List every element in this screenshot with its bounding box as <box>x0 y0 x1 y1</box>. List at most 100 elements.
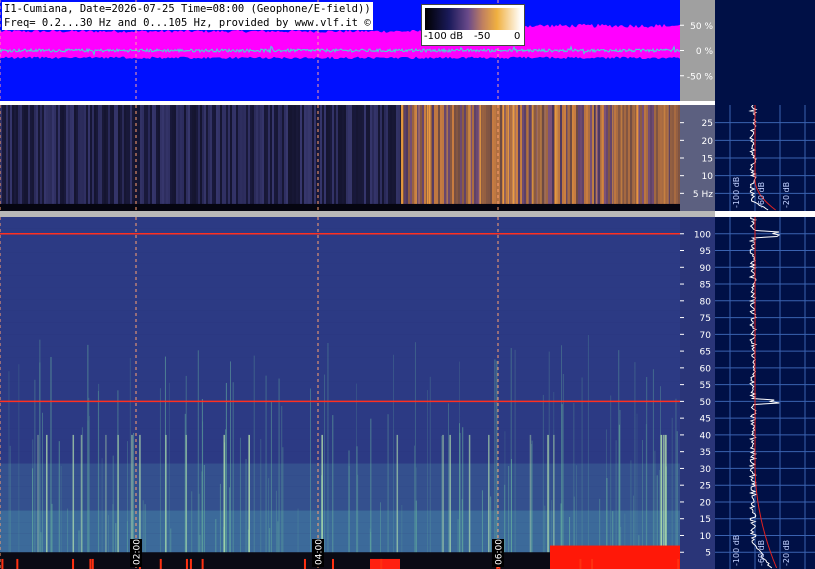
spectrogram-low-column <box>340 105 342 211</box>
spectrogram-low-column <box>534 105 536 211</box>
spectrogram-high-band <box>0 217 680 229</box>
spectrogram-low-column <box>338 105 340 211</box>
spectrogram-low-column <box>568 105 570 211</box>
spectrogram-low-column <box>378 105 380 211</box>
spectrogram-high-y-tick-label: 60 <box>700 364 712 374</box>
spectrogram-low-column <box>72 105 74 211</box>
spectrogram-high-burst <box>610 395 612 569</box>
spectrogram-low-column <box>176 105 178 211</box>
spectrogram-low-column <box>392 105 394 211</box>
spectrogram-low-column <box>294 105 296 211</box>
profile-high-mean-trace <box>754 217 778 569</box>
spectrogram-low-column <box>60 105 62 211</box>
spectrogram-low-burst <box>663 105 666 211</box>
spectrogram-high-burst <box>548 351 550 569</box>
spectrogram-low-column <box>598 105 600 211</box>
spectrogram-high-y-tick-label: 80 <box>700 297 712 307</box>
spectrogram-low-column <box>2 105 4 211</box>
spectrogram-low-column <box>88 105 90 211</box>
profile-high-x-tick-label: -60 dB <box>757 540 766 566</box>
spectrogram-low-column <box>34 105 36 211</box>
spectrogram-high-strong-burst <box>547 434 549 569</box>
spectrogram-low-column <box>408 105 410 211</box>
spectrogram-low-burst <box>507 105 510 211</box>
spectrogram-low-column <box>616 105 618 211</box>
vlf-spectrogram-figure: 50 % 0 % -50 % 5 Hz 10 15 20 25 02:00 04:00 06:0… <box>0 0 815 569</box>
spectrogram-low-column <box>260 105 262 211</box>
spectrogram-low-column <box>138 105 140 211</box>
spectrogram-low-column <box>490 105 492 211</box>
spectrogram-high-y-tick-label: 70 <box>700 331 712 341</box>
spectrogram-low-column <box>444 105 446 211</box>
spectrogram-low-column <box>320 105 322 211</box>
spectrogram-low-column <box>474 105 476 211</box>
spectrogram-low-burst <box>418 105 420 211</box>
spectrogram-low-column <box>24 105 26 211</box>
spectrogram-low-column <box>406 105 408 211</box>
spectrogram-low-column <box>462 105 464 211</box>
spectrogram-low-column <box>92 105 94 211</box>
spectrogram-high-strong-burst <box>442 434 444 569</box>
spectrogram-high-burst <box>18 364 20 569</box>
spectrogram-low-column <box>180 105 182 211</box>
spectrogram-low-column <box>186 105 188 211</box>
spectrogram-low-column <box>672 105 674 211</box>
spectrogram-low-column <box>322 105 324 211</box>
spectrogram-low-column <box>102 105 104 211</box>
spectrogram-low-column <box>312 105 314 211</box>
spectrogram-low-column <box>232 105 234 211</box>
spectrogram-low-column <box>96 105 98 211</box>
spectrogram-low-column <box>576 105 578 211</box>
spectrogram-low-plot <box>0 105 680 211</box>
spectrogram-low-column <box>494 105 496 211</box>
spectrogram-low-column <box>460 105 462 211</box>
spectrogram-high-band <box>0 275 680 288</box>
spectrogram-high-burst <box>50 356 52 569</box>
spectrogram-low-column <box>676 105 678 211</box>
spectrogram-low-column <box>74 105 76 211</box>
spectrogram-high-burst <box>560 345 562 569</box>
spectrogram-low-column <box>296 105 298 211</box>
spectrogram-low-column <box>396 105 398 211</box>
spectrogram-low-y-tick-label: 20 <box>702 137 714 147</box>
spectrogram-high-y-tick-label: 50 <box>700 398 712 408</box>
spectrogram-high-noise-patch <box>370 558 400 569</box>
spectrogram-high-burst <box>229 361 231 569</box>
spectrogram-low-column <box>90 105 92 211</box>
spectrogram-low-column <box>82 105 84 211</box>
spectrogram-low-column <box>236 105 238 211</box>
spectrogram-high-strong-burst <box>117 434 119 569</box>
spectrogram-low-column <box>324 105 326 211</box>
spectrogram-low-column <box>580 105 582 211</box>
spectrogram-low-column <box>372 105 374 211</box>
spectrogram-low-column <box>464 105 466 211</box>
spectrogram-high-noise-spike <box>380 558 383 569</box>
spectrogram-low-column <box>234 105 236 211</box>
spectrogram-low-column <box>166 105 168 211</box>
spectrogram-high-strong-burst <box>468 434 471 569</box>
spectrogram-high-burst <box>168 382 170 569</box>
spectrogram-low-floor <box>0 203 680 211</box>
spectrogram-high-burst <box>462 427 464 569</box>
spectrogram-low-column <box>86 105 88 211</box>
spectrogram-high-y-tick-label: 65 <box>700 348 711 358</box>
spectrogram-low-column <box>382 105 384 211</box>
spectrogram-low-column <box>358 105 360 211</box>
spectrogram-low-column <box>4 105 6 211</box>
spectrogram-low-column <box>80 105 82 211</box>
spectrogram-low-column <box>98 105 100 211</box>
spectrogram-low-column <box>238 105 240 211</box>
spectrogram-low-axis: 5 Hz 10 15 20 25 <box>680 105 715 211</box>
spectrogram-high-plot: 02:00 04:00 06:00 <box>0 217 680 569</box>
spectrogram-low-column <box>632 105 634 211</box>
spectrogram-high-burst <box>129 357 131 569</box>
spectrogram-low-column <box>28 105 30 211</box>
colorbar-legend: -100 dB -50 0 <box>421 4 525 46</box>
spectrogram-low-column <box>350 105 352 211</box>
spectrogram-high-y-tick-label: 25 <box>700 482 711 492</box>
spectrogram-low-column <box>66 105 68 211</box>
spectrogram-low-column <box>118 105 120 211</box>
spectrogram-low-column <box>342 105 344 211</box>
spectrogram-high-noise-spike <box>303 558 306 569</box>
spectrogram-low-column <box>524 105 526 211</box>
